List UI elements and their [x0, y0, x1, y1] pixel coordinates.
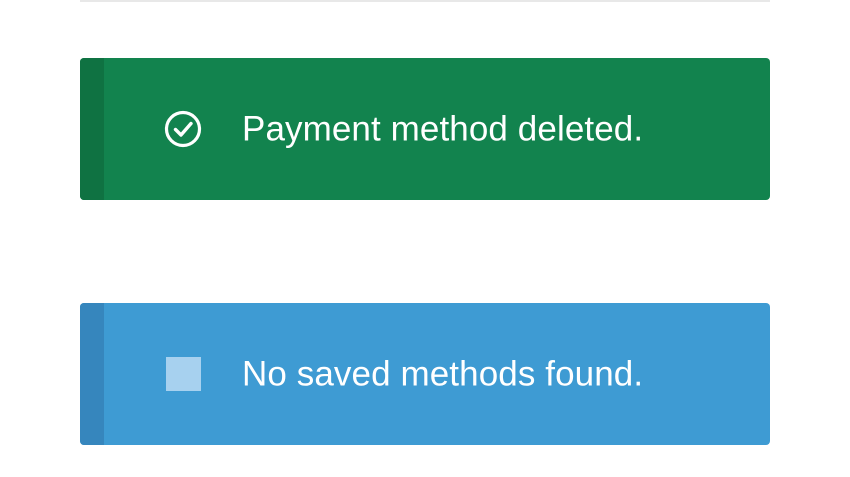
notice-accent-stripe: [80, 303, 104, 445]
top-divider: [80, 0, 770, 2]
check-circle-icon: [163, 109, 203, 149]
page: Payment method deleted. No saved methods…: [0, 0, 850, 477]
notice-message: Payment method deleted.: [242, 109, 644, 149]
info-notice: No saved methods found.: [80, 303, 770, 445]
success-notice: Payment method deleted.: [80, 58, 770, 200]
square-icon: [163, 354, 203, 394]
notice-accent-stripe: [80, 58, 104, 200]
notice-message: No saved methods found.: [242, 354, 644, 394]
